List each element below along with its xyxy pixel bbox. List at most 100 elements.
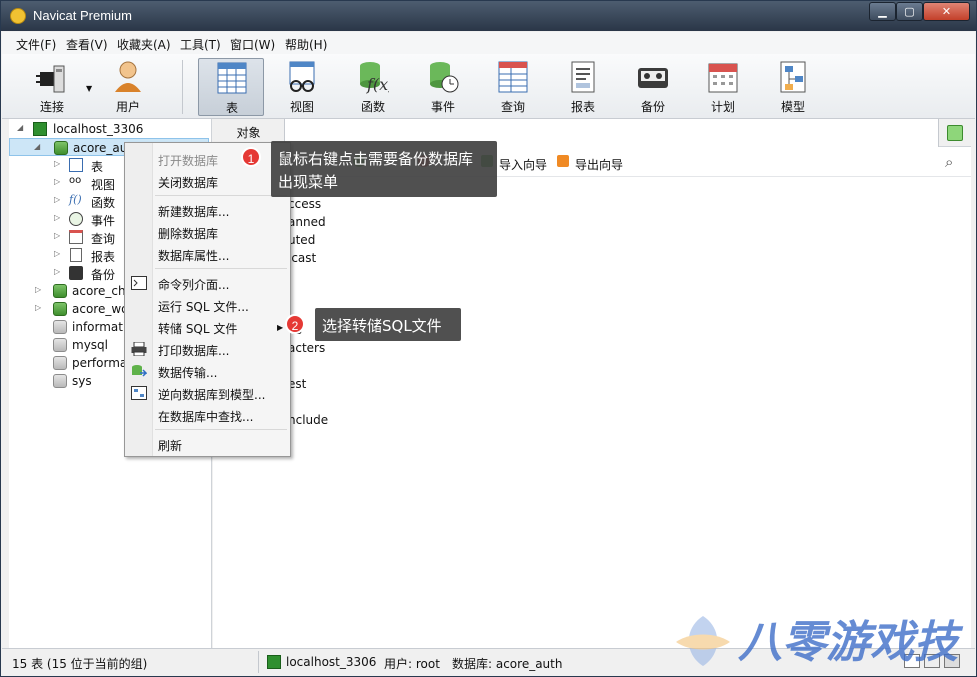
menu-item-dump-sql[interactable]: 转储 SQL 文件	[158, 320, 237, 337]
title-bar: Navicat Premium ▁ ▢ ✕	[1, 1, 976, 31]
collapse-arrow-icon[interactable]: ◢	[17, 123, 23, 132]
submenu-arrow-icon: ▶	[277, 323, 284, 332]
connection-label: localhost_3306	[53, 122, 144, 136]
step-badge: 1	[241, 147, 261, 167]
table-icon	[69, 158, 83, 172]
toolbar-table-label: 表	[225, 101, 238, 115]
menu-item-run-sql[interactable]: 运行 SQL 文件...	[158, 298, 249, 315]
menu-view[interactable]: 查看(V)	[66, 36, 108, 53]
toolbar-view-button[interactable]: 视图	[269, 58, 335, 116]
step-badge: 2	[285, 314, 305, 334]
toolbar-backup-label: 备份	[640, 100, 665, 114]
toolbar-connect-button[interactable]: 连接	[19, 58, 85, 116]
menu-item-db-properties[interactable]: 数据库属性...	[158, 247, 229, 264]
connection-icon	[267, 655, 281, 669]
expand-arrow-icon[interactable]: ▷	[54, 249, 60, 258]
list-item[interactable]: lcast	[288, 251, 316, 265]
expand-arrow-icon[interactable]: ▷	[35, 303, 41, 312]
menu-item-data-transfer[interactable]: 数据传输...	[158, 364, 217, 381]
navicat-logo-icon	[10, 8, 26, 24]
toolbar-schedule-button[interactable]: 计划	[690, 58, 756, 116]
menu-item-reverse-to-model[interactable]: 逆向数据库到模型...	[158, 386, 265, 403]
toolbar-model-button[interactable]: 模型	[760, 58, 826, 116]
db-label: performa	[72, 356, 128, 370]
tree-item-label: 报表	[91, 250, 116, 264]
expand-arrow-icon[interactable]: ▷	[35, 285, 41, 294]
menu-bar: 文件(F) 查看(V) 收藏夹(A) 工具(T) 窗口(W) 帮助(H)	[2, 32, 975, 54]
status-divider	[258, 651, 259, 673]
menu-item-open-db[interactable]: 打开数据库	[158, 152, 218, 169]
toolbar-query-label: 查询	[500, 100, 525, 114]
expand-arrow-icon[interactable]: ▷	[54, 267, 60, 276]
list-item[interactable]: uted	[288, 233, 315, 247]
toolbar-function-label: 函数	[360, 100, 385, 114]
tree-item-label: 事件	[91, 214, 116, 228]
expand-arrow-icon[interactable]: ▷	[54, 159, 60, 168]
report-icon	[571, 61, 595, 93]
tree-item-label: 表	[91, 160, 104, 174]
expand-arrow-icon[interactable]: ▷	[54, 213, 60, 222]
db-label: sys	[72, 374, 92, 388]
toolbar-event-button[interactable]: 事件	[410, 58, 476, 116]
window-title: Navicat Premium	[33, 8, 132, 23]
collapse-arrow-icon[interactable]: ◢	[34, 142, 40, 151]
toolbar-query-button[interactable]: 查询	[480, 58, 546, 116]
maximize-button[interactable]: ▢	[896, 2, 923, 21]
import-wizard-label[interactable]: 导入向导	[499, 156, 547, 173]
toolbar-function-button[interactable]: f(x) 函数	[340, 58, 406, 116]
function-icon: f()	[69, 193, 82, 206]
toolbar-connect-label: 连接	[39, 100, 64, 114]
menu-favorites[interactable]: 收藏夹(A)	[117, 36, 171, 53]
list-item[interactable]: acters	[288, 341, 325, 355]
menu-item-refresh[interactable]: 刷新	[158, 437, 182, 454]
menu-item-console[interactable]: 命令列介面...	[158, 276, 229, 293]
list-item[interactable]: nclude	[288, 413, 328, 427]
annotation-text: 选择转储SQL文件	[322, 317, 442, 335]
search-icon[interactable]: ⌕	[945, 153, 953, 171]
tree-connection[interactable]: ◢ localhost_3306	[9, 120, 209, 138]
menu-item-close-db[interactable]: 关闭数据库	[158, 174, 218, 191]
toolbar-report-button[interactable]: 报表	[550, 58, 616, 116]
toolbar-backup-button[interactable]: 备份	[620, 58, 686, 116]
toolbar-user-button[interactable]: 用户	[95, 58, 161, 116]
close-button[interactable]: ✕	[923, 2, 970, 21]
connect-dropdown-icon[interactable]: ▼	[86, 84, 92, 93]
backup-tape-icon	[638, 68, 668, 88]
minimize-button[interactable]: ▁	[869, 2, 896, 21]
status-database: 数据库: acore_auth	[452, 657, 563, 671]
data-transfer-icon	[132, 365, 147, 377]
menu-help[interactable]: 帮助(H)	[285, 36, 327, 53]
database-icon	[53, 284, 67, 298]
export-wizard-label[interactable]: 导出向导	[575, 156, 623, 173]
menu-file[interactable]: 文件(F)	[16, 36, 56, 53]
database-icon	[53, 320, 67, 334]
annotation-callout: 选择转储SQL文件	[315, 308, 461, 341]
console-icon	[131, 276, 147, 290]
export-wizard-icon[interactable]	[557, 155, 569, 167]
plug-icon	[36, 65, 65, 93]
menu-window[interactable]: 窗口(W)	[230, 36, 275, 53]
list-item[interactable]: ccess	[288, 197, 321, 211]
new-tab-icon[interactable]	[947, 125, 963, 141]
view-glasses-icon: oo	[69, 175, 82, 186]
menu-item-new-db[interactable]: 新建数据库...	[158, 203, 229, 220]
model-icon	[780, 61, 806, 93]
list-item[interactable]: anned	[288, 215, 326, 229]
menu-item-print-db[interactable]: 打印数据库...	[158, 342, 229, 359]
view-glasses-icon	[289, 61, 315, 92]
report-icon	[70, 248, 82, 262]
query-icon	[498, 61, 528, 93]
expand-arrow-icon[interactable]: ▷	[54, 177, 60, 186]
menu-item-delete-db[interactable]: 删除数据库	[158, 225, 218, 242]
database-icon	[53, 356, 67, 370]
expand-arrow-icon[interactable]: ▷	[54, 231, 60, 240]
menu-tools[interactable]: 工具(T)	[180, 36, 221, 53]
expand-arrow-icon[interactable]: ▷	[54, 195, 60, 204]
menu-gutter	[125, 143, 153, 456]
toolbar-table-button[interactable]: 表	[198, 58, 264, 116]
main-toolbar: 连接 ▼ 用户 表 视图 f(x)	[2, 54, 975, 119]
toolbar-view-label: 视图	[289, 100, 314, 114]
menu-item-find-in-db[interactable]: 在数据库中查找...	[158, 408, 253, 425]
menu-separator	[155, 268, 287, 269]
backup-tape-icon	[69, 266, 83, 280]
